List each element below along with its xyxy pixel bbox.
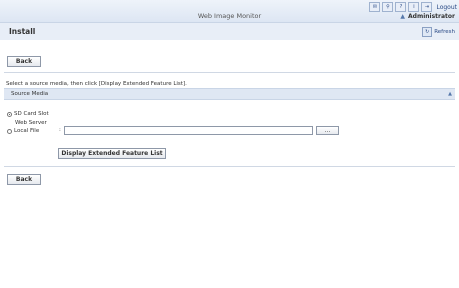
instruction-text: Select a source media, then click [Displ…	[6, 81, 187, 87]
field-separator: :	[59, 127, 61, 133]
browse-button[interactable]: ...	[316, 126, 339, 135]
radio-sd-card[interactable]: SD Card Slot	[7, 111, 49, 117]
divider	[4, 166, 455, 167]
radio-button[interactable]	[7, 111, 12, 117]
help-icon[interactable]: ?	[395, 2, 407, 12]
page-title: Install	[9, 27, 36, 36]
refresh-icon: ↻	[422, 27, 433, 37]
app-title: Web Image Monitor	[197, 12, 262, 20]
sub-label-web-server: Web Server	[15, 120, 47, 126]
section-title: Source Media	[11, 91, 49, 97]
local-file-input[interactable]	[64, 126, 313, 135]
top-icon-group: ✉ ⚲ ? i ⇥ Logout	[369, 2, 457, 12]
radio-label: Local File	[14, 128, 40, 134]
user-indicator: ▲ Administrator	[400, 13, 455, 20]
radio-label: SD Card Slot	[14, 111, 49, 117]
radio-local-file[interactable]: Local File	[7, 128, 39, 134]
info-icon[interactable]: i	[408, 2, 420, 12]
mail-icon[interactable]: ✉	[369, 2, 381, 12]
search-icon[interactable]: ⚲	[382, 2, 394, 12]
display-extended-feature-list-button[interactable]: Display Extended Feature List	[58, 148, 166, 159]
logout-link[interactable]: Logout	[436, 4, 457, 11]
user-name: Administrator	[408, 13, 455, 20]
refresh-button[interactable]: ↻ Refresh	[422, 27, 455, 37]
radio-button[interactable]	[7, 128, 12, 134]
user-icon: ▲	[400, 13, 406, 20]
logout-icon[interactable]: ⇥	[421, 2, 433, 12]
back-button-bottom[interactable]: Back	[7, 174, 41, 185]
section-header: Source Media ▲	[4, 88, 455, 100]
collapse-icon[interactable]: ▲	[448, 91, 452, 97]
top-bar: ✉ ⚲ ? i ⇥ Logout Web Image Monitor ▲ Admi…	[0, 0, 459, 23]
refresh-label: Refresh	[434, 29, 455, 35]
back-button-top[interactable]: Back	[7, 56, 41, 67]
divider	[4, 72, 455, 73]
page-title-bar: Install ↻ Refresh	[0, 23, 459, 40]
